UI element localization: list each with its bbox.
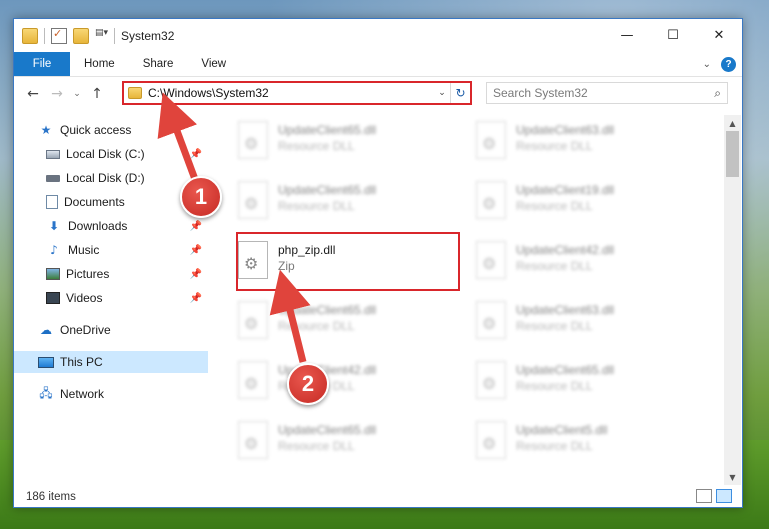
annotation-arrows bbox=[157, 92, 311, 363]
step-1-callout: 1 bbox=[180, 176, 222, 218]
step-2-callout: 2 bbox=[287, 363, 329, 405]
annotation-arrow-2 bbox=[269, 269, 311, 363]
annotation-arrow-1 bbox=[157, 92, 200, 184]
